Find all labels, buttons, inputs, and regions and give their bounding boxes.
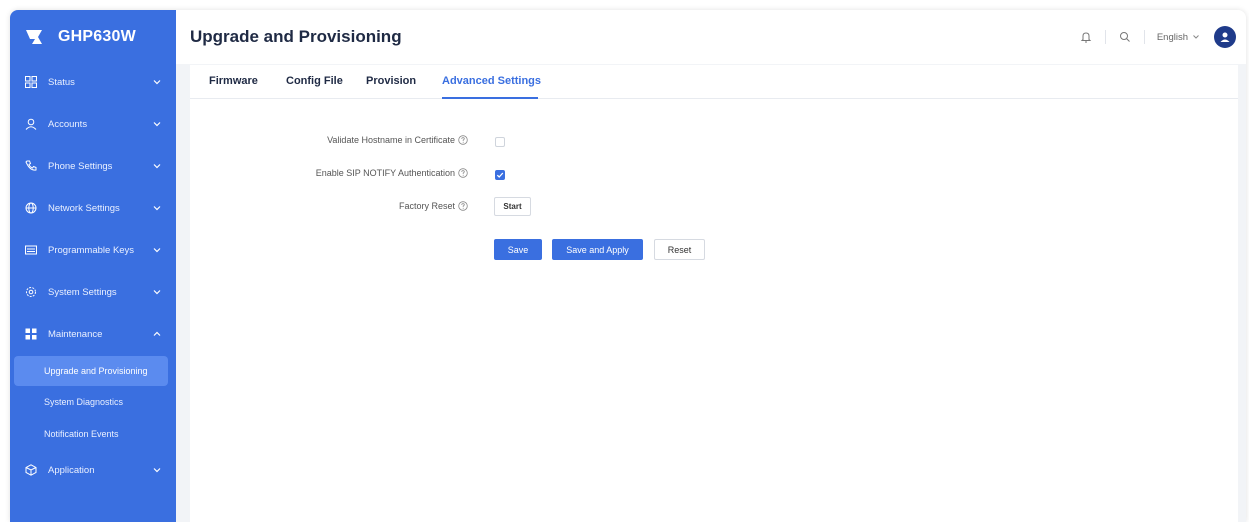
reset-button[interactable]: Reset [654,239,705,260]
sidebar: GHP630W Status Accounts Phone Settings N… [10,10,176,522]
tab-config-file[interactable]: Config File [286,75,343,87]
sidebar-item-label: Application [48,464,95,476]
sidebar-item-label: Maintenance [48,328,103,340]
chevron-down-icon [153,206,161,211]
keyboard-icon [24,243,38,257]
chevron-down-icon [1193,35,1199,39]
divider [1143,30,1145,44]
search-icon[interactable] [1118,30,1132,44]
help-icon[interactable] [458,201,468,211]
tab-provision[interactable]: Provision [366,75,416,87]
help-icon[interactable] [458,168,468,178]
sidebar-item-label: Status [48,76,75,88]
page-title: Upgrade and Provisioning [190,27,402,46]
sidebar-item-phone-settings[interactable]: Phone Settings [10,151,176,181]
tab-bar: Firmware Config File Provision Advanced … [190,65,1238,99]
factory-reset-label: Factory Reset [399,201,468,211]
status-icon [24,75,38,89]
sidebar-subitem-notification-events[interactable]: Notification Events [14,419,168,449]
sidebar-subitem-label: System Diagnostics [44,397,124,407]
cube-icon [24,463,38,477]
brand-name: GHP630W [58,28,136,45]
sidebar-item-label: Accounts [48,118,88,130]
user-icon [24,117,38,131]
grandstream-logo-icon [26,30,42,44]
chevron-up-icon [153,331,161,336]
app-window: GHP630W Status Accounts Phone Settings N… [10,10,1246,522]
sidebar-subitem-upgrade-provisioning[interactable]: Upgrade and Provisioning [14,356,168,386]
grid-icon [24,327,38,341]
sidebar-item-network-settings[interactable]: Network Settings [10,193,176,223]
divider [1104,30,1106,44]
label-text: Enable SIP NOTIFY Authentication [315,168,455,178]
chevron-down-icon [153,122,161,127]
language-label: English [1156,31,1188,43]
save-button[interactable]: Save [494,239,542,260]
chevron-down-icon [153,248,161,253]
language-selector[interactable]: English [1157,32,1200,43]
chevron-down-icon [153,164,161,169]
globe-icon [24,201,38,215]
tab-firmware[interactable]: Firmware [209,75,258,87]
label-text: Validate Hostname in Certificate [327,135,455,145]
sidebar-item-accounts[interactable]: Accounts [10,109,176,139]
help-icon[interactable] [458,135,468,145]
chevron-down-icon [153,468,161,473]
brand[interactable]: GHP630W [10,10,176,64]
sidebar-item-label: Network Settings [48,202,120,214]
enable-sip-notify-label: Enable SIP NOTIFY Authentication [316,168,468,178]
sidebar-item-status[interactable]: Status [10,67,176,97]
header-actions: English [1079,24,1236,50]
sidebar-subitem-system-diagnostics[interactable]: System Diagnostics [14,387,168,417]
label-text: Factory Reset [398,201,455,211]
sidebar-subitem-label: Upgrade and Provisioning [44,366,148,376]
avatar[interactable] [1214,26,1236,48]
main-content: Firmware Config File Provision Advanced … [190,65,1238,522]
tab-advanced-settings[interactable]: Advanced Settings [442,75,541,87]
sidebar-item-label: Phone Settings [48,160,113,172]
factory-reset-start-button[interactable]: Start [494,197,531,216]
header: Upgrade and Provisioning English [176,10,1246,64]
phone-icon [24,159,38,173]
sidebar-item-label: Programmable Keys [48,244,135,256]
validate-hostname-label: Validate Hostname in Certificate [327,135,468,145]
sidebar-item-label: System Settings [48,286,117,298]
sidebar-subitem-label: Notification Events [44,429,119,439]
checkmark-icon [496,172,504,178]
gear-icon [24,285,38,299]
chevron-down-icon [153,290,161,295]
validate-hostname-checkbox[interactable] [495,137,505,147]
save-and-apply-button[interactable]: Save and Apply [552,239,643,260]
user-avatar-icon [1220,32,1230,42]
bell-icon[interactable] [1079,30,1093,44]
enable-sip-notify-checkbox[interactable] [495,170,505,180]
sidebar-item-application[interactable]: Application [10,455,176,485]
sidebar-item-programmable-keys[interactable]: Programmable Keys [10,235,176,265]
active-tab-indicator [442,97,538,99]
sidebar-item-maintenance[interactable]: Maintenance [10,319,176,349]
chevron-down-icon [153,80,161,85]
sidebar-item-system-settings[interactable]: System Settings [10,277,176,307]
